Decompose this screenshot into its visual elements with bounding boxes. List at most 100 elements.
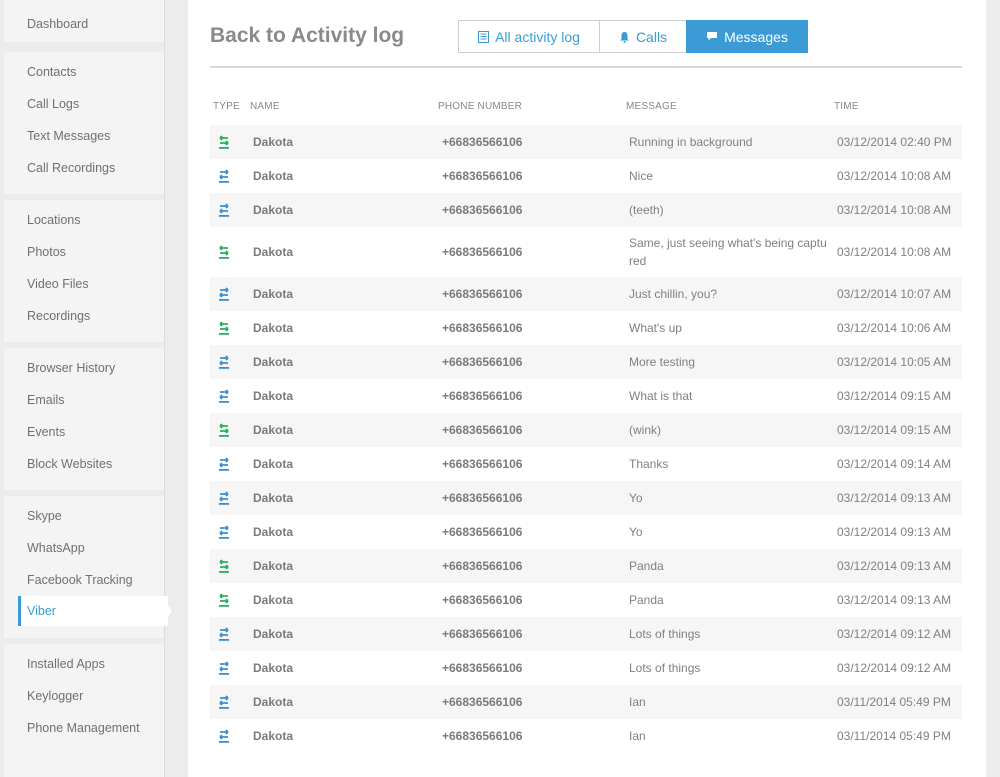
outgoing-message-icon	[217, 695, 231, 709]
message-text: Lots of things	[629, 627, 701, 641]
contact-name: Dakota	[253, 287, 294, 301]
sidebar-item-photos[interactable]: Photos	[27, 245, 66, 259]
timestamp: 03/12/2014 09:12 AM	[837, 661, 952, 675]
sidebar-item-text-messages[interactable]: Text Messages	[27, 129, 110, 143]
contact-name: Dakota	[253, 245, 294, 259]
table-row[interactable]: Dakota +66836566106 Nice 03/12/2014 10:08 A…	[210, 159, 962, 193]
sidebar-item-browser-history[interactable]: Browser History	[27, 361, 115, 375]
tab-calls[interactable]: Calls	[599, 20, 687, 53]
message-text: Same, just seeing what's being captured	[629, 236, 827, 268]
outgoing-message-icon	[217, 355, 231, 369]
back-to-activity-log-link[interactable]: Back to Activity log	[210, 24, 404, 48]
timestamp: 03/12/2014 09:12 AM	[837, 627, 952, 641]
outgoing-message-icon	[217, 169, 231, 183]
sidebar-item-whatsapp[interactable]: WhatsApp	[27, 541, 85, 555]
sidebar-item-video-files[interactable]: Video Files	[27, 277, 89, 291]
column-header-phone: PHONE NUMBER	[438, 101, 523, 112]
table-row[interactable]: Dakota +66836566106 Lots of things 03/12/20…	[210, 617, 962, 651]
table-row[interactable]: Dakota +66836566106 Same, just seeing what…	[210, 227, 962, 277]
sidebar-group-1: Dashboard	[4, 0, 164, 42]
message-text: Nice	[629, 169, 654, 183]
contact-name: Dakota	[253, 491, 294, 505]
table-row[interactable]: Dakota +66836566106 (teeth) 03/12/2014 10:0…	[210, 193, 962, 227]
table-row[interactable]: Dakota +66836566106 What's up 03/12/2014 10…	[210, 311, 962, 345]
message-text: Just chillin, you?	[629, 287, 718, 301]
outgoing-message-icon	[217, 729, 231, 743]
timestamp: 03/12/2014 02:40 PM	[837, 135, 952, 149]
sidebar-item-viber[interactable]: Viber	[18, 596, 168, 626]
tab-messages[interactable]: Messages	[686, 20, 808, 53]
contact-name: Dakota	[253, 355, 294, 369]
contact-name: Dakota	[253, 627, 294, 641]
timestamp: 03/12/2014 09:13 AM	[837, 491, 952, 505]
table-row[interactable]: Dakota +66836566106 Just chillin, you? 03/1…	[210, 277, 962, 311]
sidebar-item-emails[interactable]: Emails	[27, 393, 65, 407]
phone-number: +66836566106	[442, 593, 523, 607]
bell-icon	[619, 31, 630, 43]
timestamp: 03/12/2014 10:08 AM	[837, 203, 952, 217]
sidebar-item-installed-apps[interactable]: Installed Apps	[27, 657, 105, 671]
table-row[interactable]: Dakota +66836566106 Yo 03/12/2014 09:13 AM	[210, 481, 962, 515]
message-text: Running in background	[629, 135, 753, 149]
sidebar-group-2: Contacts Call Logs Text Messages Call Re…	[4, 52, 164, 194]
timestamp: 03/11/2014 05:49 PM	[837, 695, 951, 709]
table-row[interactable]: Dakota +66836566106 Thanks 03/12/2014 09:14…	[210, 447, 962, 481]
sidebar-item-events[interactable]: Events	[27, 425, 65, 439]
sidebar-item-contacts[interactable]: Contacts	[27, 65, 76, 79]
contact-name: Dakota	[253, 135, 294, 149]
column-header-message: MESSAGE	[626, 101, 677, 112]
outgoing-message-icon	[217, 491, 231, 505]
outgoing-message-icon	[217, 287, 231, 301]
timestamp: 03/12/2014 09:13 AM	[837, 559, 952, 573]
sidebar-group-4: Browser History Emails Events Block Webs…	[4, 348, 164, 490]
table-row[interactable]: Dakota +66836566106 Panda 03/12/2014 09:13 …	[210, 549, 962, 583]
table-row[interactable]: Dakota +66836566106 Ian 03/11/2014 05:49 PM	[210, 719, 962, 753]
phone-number: +66836566106	[442, 321, 523, 335]
table-row[interactable]: Dakota +66836566106 Ian 03/11/2014 05:49 PM	[210, 685, 962, 719]
tab-all-activity-log[interactable]: All activity log	[458, 20, 600, 53]
sidebar-item-call-recordings[interactable]: Call Recordings	[27, 161, 115, 175]
table-row[interactable]: Dakota +66836566106 What is that 03/12/2014…	[210, 379, 962, 413]
sidebar-item-label: Viber	[27, 604, 56, 618]
message-text: Panda	[629, 593, 664, 607]
sidebar-item-skype[interactable]: Skype	[27, 509, 62, 523]
table-row[interactable]: Dakota +66836566106 Running in background 0…	[210, 125, 962, 159]
timestamp: 03/12/2014 10:08 AM	[837, 169, 952, 183]
phone-number: +66836566106	[442, 169, 523, 183]
main-panel: Back to Activity log All activity log Ca…	[188, 0, 986, 777]
message-text: Ian	[629, 695, 646, 709]
table-row[interactable]: Dakota +66836566106 (wink) 03/12/2014 09:15…	[210, 413, 962, 447]
contact-name: Dakota	[253, 695, 294, 709]
sidebar-item-dashboard[interactable]: Dashboard	[27, 17, 88, 31]
sidebar-item-phone-management[interactable]: Phone Management	[27, 721, 140, 735]
timestamp: 03/12/2014 09:15 AM	[837, 389, 952, 403]
table-row[interactable]: Dakota +66836566106 Panda 03/12/2014 09:13 …	[210, 583, 962, 617]
phone-number: +66836566106	[442, 355, 523, 369]
timestamp: 03/12/2014 09:13 AM	[837, 593, 952, 607]
timestamp: 03/12/2014 09:14 AM	[837, 457, 952, 471]
sidebar-item-recordings[interactable]: Recordings	[27, 309, 90, 323]
table-row[interactable]: Dakota +66836566106 Lots of things 03/12/20…	[210, 651, 962, 685]
phone-number: +66836566106	[442, 559, 523, 573]
phone-number: +66836566106	[442, 695, 523, 709]
contact-name: Dakota	[253, 389, 294, 403]
sidebar-item-locations[interactable]: Locations	[27, 213, 81, 227]
message-text: Yo	[629, 491, 643, 505]
sidebar-item-block-websites[interactable]: Block Websites	[27, 457, 112, 471]
message-text: (teeth)	[629, 203, 664, 217]
column-header-type: TYPE	[213, 101, 240, 112]
outgoing-message-icon	[217, 627, 231, 641]
phone-number: +66836566106	[442, 525, 523, 539]
message-text: (wink)	[629, 423, 661, 437]
sidebar-item-facebook-tracking[interactable]: Facebook Tracking	[27, 573, 133, 587]
tab-label: Messages	[724, 28, 788, 45]
message-text: What is that	[629, 389, 693, 403]
sidebar-item-keylogger[interactable]: Keylogger	[27, 689, 83, 703]
header-divider	[210, 66, 962, 68]
outgoing-message-icon	[217, 661, 231, 675]
phone-number: +66836566106	[442, 661, 523, 675]
phone-number: +66836566106	[442, 627, 523, 641]
sidebar-item-call-logs[interactable]: Call Logs	[27, 97, 79, 111]
table-row[interactable]: Dakota +66836566106 Yo 03/12/2014 09:13 AM	[210, 515, 962, 549]
table-row[interactable]: Dakota +66836566106 More testing 03/12/2014…	[210, 345, 962, 379]
